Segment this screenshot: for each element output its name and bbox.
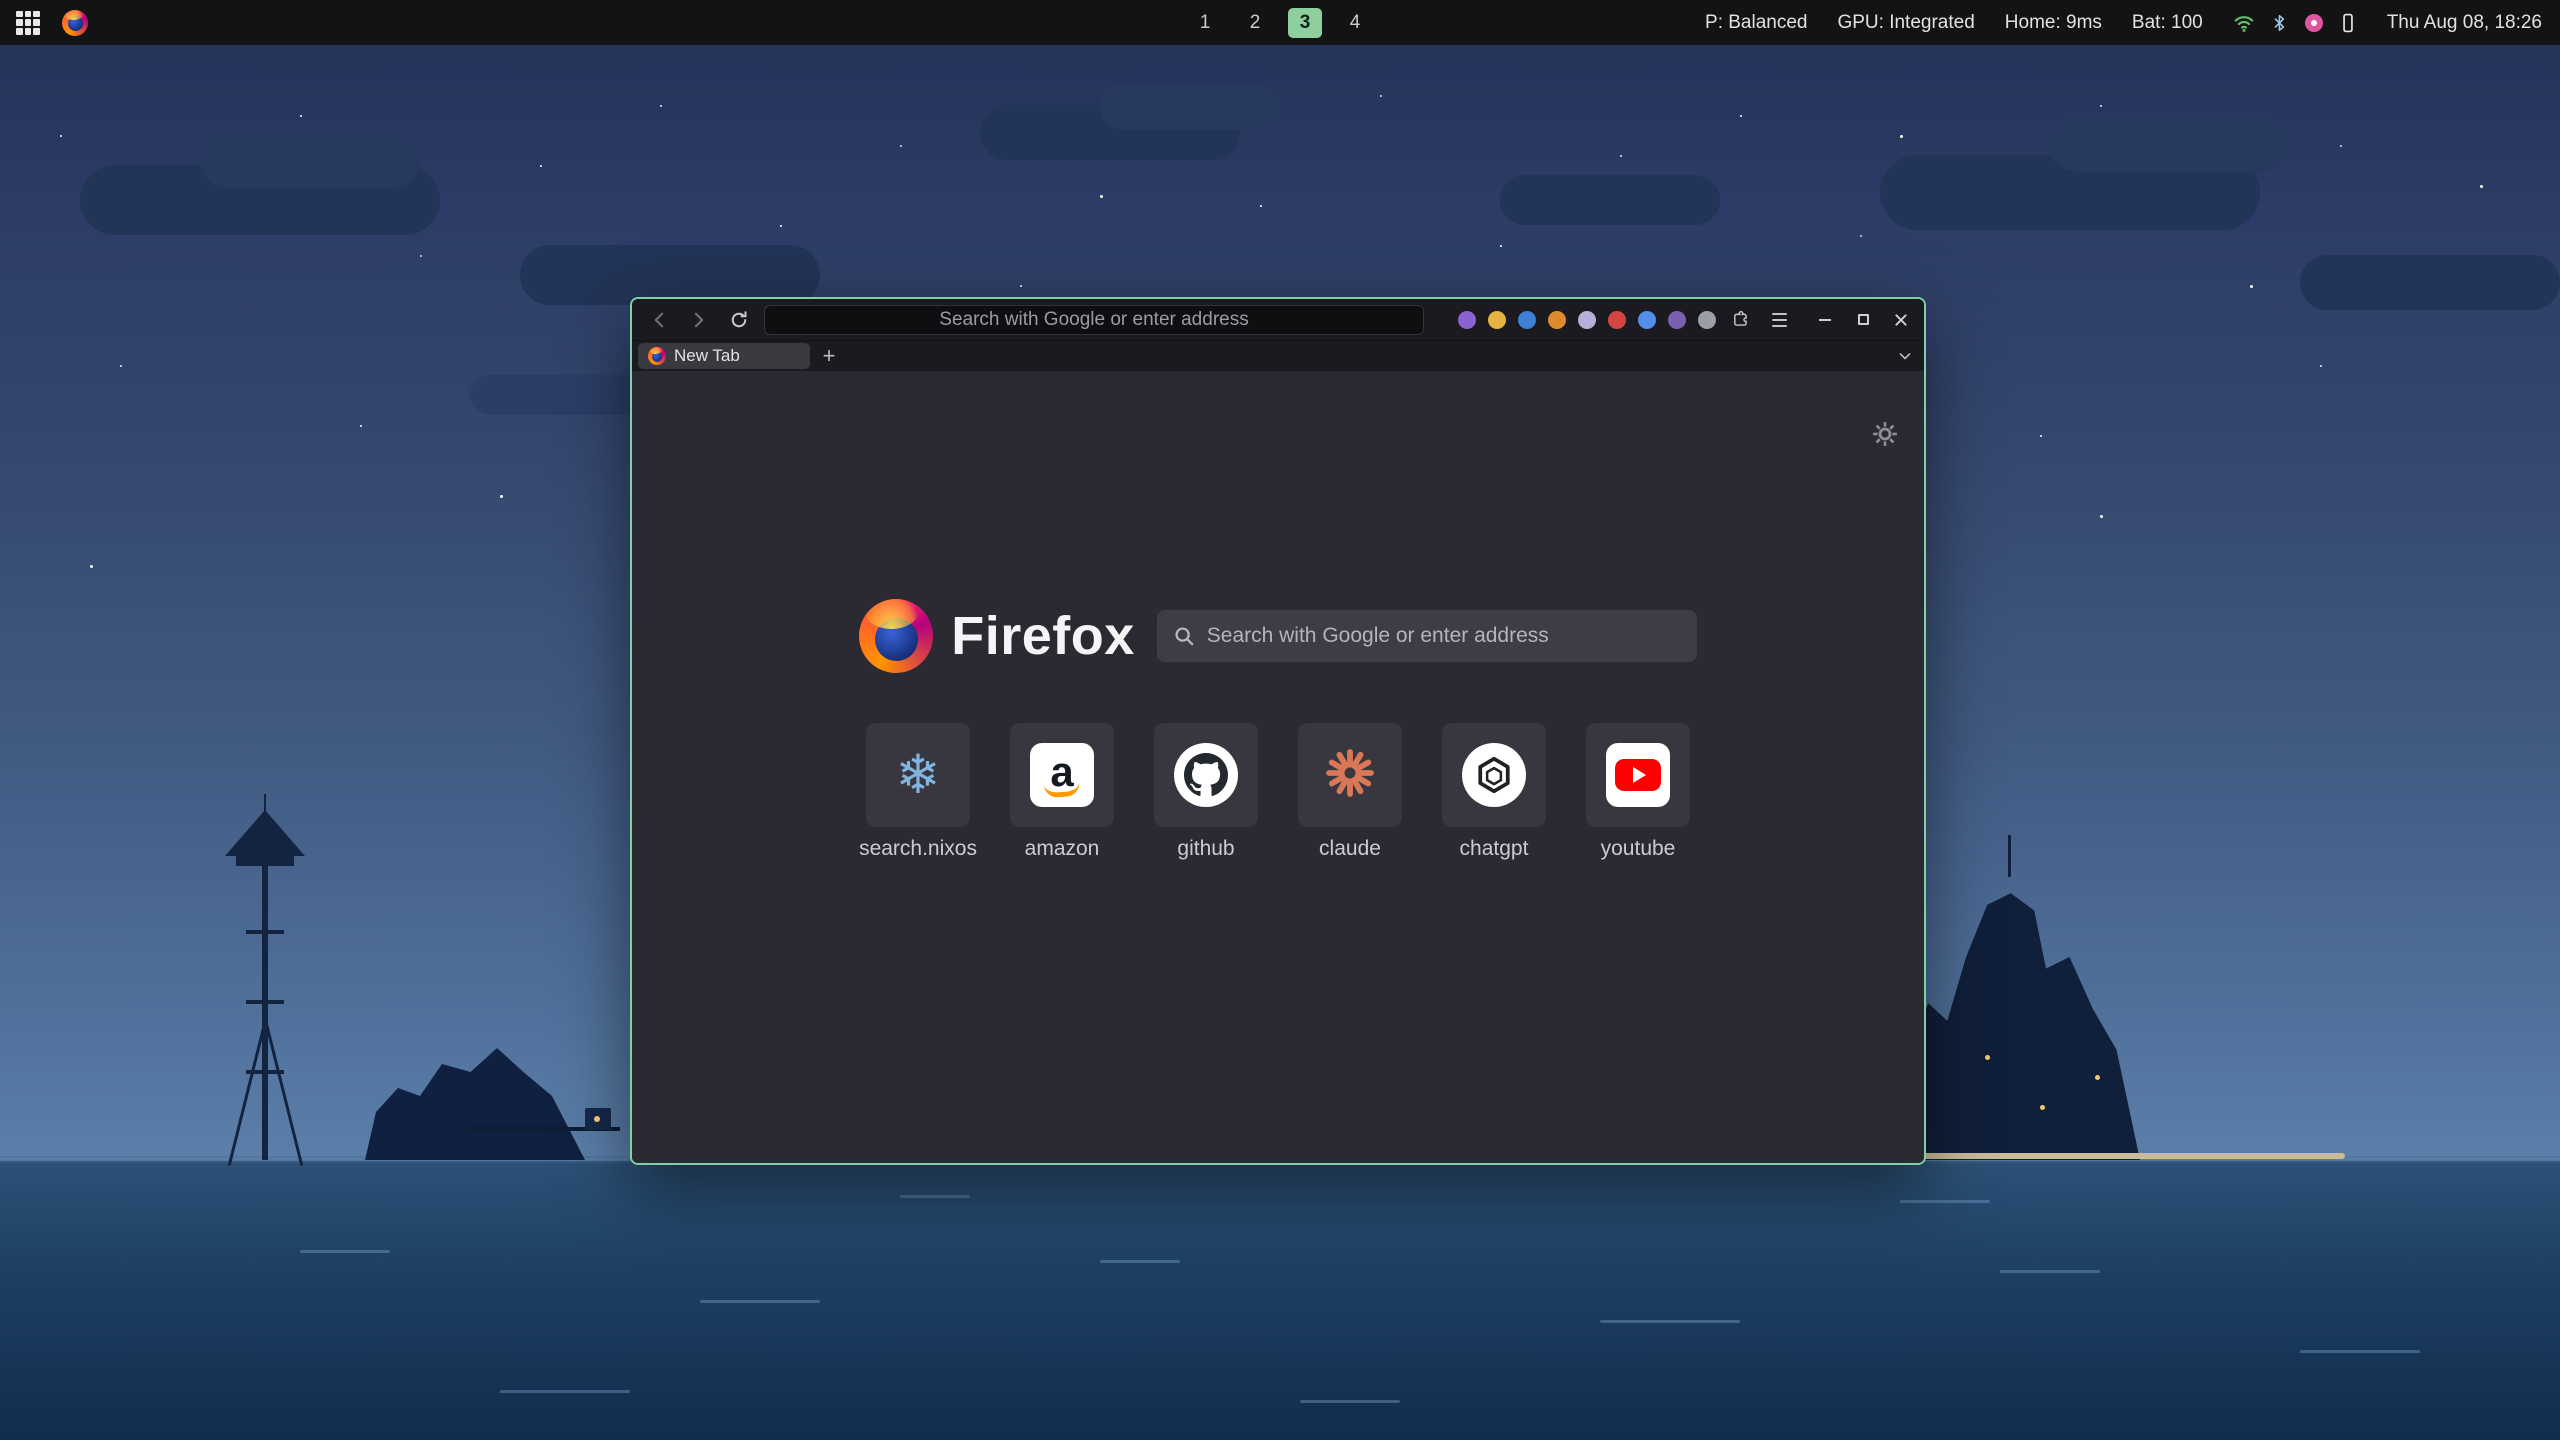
shortcut-tiles: search.nixos amazon bbox=[632, 723, 1924, 861]
status-bar-right: P: Balanced GPU: Integrated Home: 9ms Ba… bbox=[1705, 12, 2560, 34]
claude-starburst-icon bbox=[1322, 745, 1378, 806]
toolbar-right bbox=[1458, 307, 1912, 333]
workspace-switcher: 1 2 3 4 bbox=[1188, 0, 1372, 45]
extension-icon-3[interactable] bbox=[1518, 311, 1536, 329]
nixos-snowflake-icon bbox=[895, 748, 940, 802]
extension-icon-7[interactable] bbox=[1638, 311, 1656, 329]
tab-strip: New Tab bbox=[632, 341, 1924, 371]
url-bar[interactable] bbox=[764, 305, 1424, 335]
shortcut-search-nixos[interactable]: search.nixos bbox=[866, 723, 970, 861]
github-octocat-icon bbox=[1174, 743, 1238, 807]
youtube-play-icon bbox=[1606, 743, 1670, 807]
personalize-gear-icon[interactable] bbox=[1872, 421, 1898, 452]
navigation-toolbar bbox=[632, 299, 1924, 341]
bluetooth-icon[interactable] bbox=[2271, 13, 2289, 33]
app-grid-icon[interactable] bbox=[16, 11, 40, 35]
system-tray bbox=[2233, 12, 2357, 34]
battery-status: Bat: 100 bbox=[2132, 12, 2203, 34]
back-button[interactable] bbox=[644, 305, 674, 335]
phone-icon[interactable] bbox=[2339, 12, 2357, 34]
shortcut-label: claude bbox=[1319, 837, 1381, 861]
shortcut-chatgpt[interactable]: chatgpt bbox=[1442, 723, 1546, 861]
firefox-wordmark: Firefox bbox=[951, 605, 1135, 667]
status-bar: 1 2 3 4 P: Balanced GPU: Integrated Home… bbox=[0, 0, 2560, 45]
maximize-icon[interactable] bbox=[1852, 309, 1874, 331]
extension-icon-5[interactable] bbox=[1578, 311, 1596, 329]
shortcut-amazon[interactable]: amazon bbox=[1010, 723, 1114, 861]
gpu-status: GPU: Integrated bbox=[1837, 12, 1974, 34]
extensions-puzzle-icon[interactable] bbox=[1728, 307, 1754, 333]
window-controls bbox=[1814, 309, 1912, 331]
menu-icon[interactable] bbox=[1766, 307, 1792, 333]
newtab-search-box[interactable] bbox=[1157, 610, 1697, 662]
minimize-icon[interactable] bbox=[1814, 309, 1836, 331]
shortcut-label: search.nixos bbox=[859, 837, 977, 861]
latency-status: Home: 9ms bbox=[2005, 12, 2102, 34]
antenna-silhouette bbox=[2008, 835, 2011, 877]
firefox-window: New Tab bbox=[630, 297, 1926, 1165]
search-icon bbox=[1173, 625, 1195, 647]
workspace-1[interactable]: 1 bbox=[1188, 8, 1222, 38]
tab-favicon-firefox-icon bbox=[648, 347, 666, 365]
status-bar-left bbox=[0, 10, 88, 36]
shortcut-label: youtube bbox=[1601, 837, 1676, 861]
newtab-hero: Firefox bbox=[632, 599, 1924, 673]
tab-new-tab[interactable]: New Tab bbox=[638, 343, 810, 369]
clock: Thu Aug 08, 18:26 bbox=[2387, 12, 2542, 34]
notification-icon[interactable] bbox=[2305, 14, 2323, 32]
shortcut-label: github bbox=[1177, 837, 1234, 861]
desktop: 1 2 3 4 P: Balanced GPU: Integrated Home… bbox=[0, 0, 2560, 1440]
hut-silhouette bbox=[585, 1108, 611, 1130]
forward-button[interactable] bbox=[684, 305, 714, 335]
extension-icon-9[interactable] bbox=[1698, 311, 1716, 329]
left-island-silhouette bbox=[365, 1000, 585, 1160]
power-profile-status: P: Balanced bbox=[1705, 12, 1807, 34]
extension-icon-4[interactable] bbox=[1548, 311, 1566, 329]
extension-icon-1[interactable] bbox=[1458, 311, 1476, 329]
extension-icon-8[interactable] bbox=[1668, 311, 1686, 329]
stars-bright-layer bbox=[0, 45, 3, 48]
newtab-search-input[interactable] bbox=[1207, 624, 1681, 648]
new-tab-button[interactable] bbox=[816, 343, 842, 369]
shortcut-github[interactable]: github bbox=[1154, 723, 1258, 861]
watchtower-silhouette bbox=[210, 810, 320, 1160]
close-icon[interactable] bbox=[1890, 309, 1912, 331]
firefox-logo-icon bbox=[859, 599, 933, 673]
extension-icon-2[interactable] bbox=[1488, 311, 1506, 329]
reload-button[interactable] bbox=[724, 305, 754, 335]
shortcut-claude[interactable]: claude bbox=[1298, 723, 1402, 861]
right-island-silhouette bbox=[1905, 870, 2140, 1160]
shortcut-label: amazon bbox=[1025, 837, 1100, 861]
workspace-2[interactable]: 2 bbox=[1238, 8, 1272, 38]
chatgpt-icon bbox=[1462, 743, 1526, 807]
firefox-launcher-icon[interactable] bbox=[62, 10, 88, 36]
tab-list-chevron-icon[interactable] bbox=[1892, 343, 1918, 369]
extension-icon-6[interactable] bbox=[1608, 311, 1626, 329]
beach-strip bbox=[1905, 1153, 2345, 1159]
workspace-4[interactable]: 4 bbox=[1338, 8, 1372, 38]
new-tab-page: Firefox search.nixos bbox=[632, 371, 1924, 1163]
shortcut-label: chatgpt bbox=[1460, 837, 1529, 861]
tab-title: New Tab bbox=[674, 346, 740, 366]
shortcut-youtube[interactable]: youtube bbox=[1586, 723, 1690, 861]
wifi-icon[interactable] bbox=[2233, 12, 2255, 34]
amazon-icon bbox=[1030, 743, 1094, 807]
workspace-3-active[interactable]: 3 bbox=[1288, 8, 1322, 38]
